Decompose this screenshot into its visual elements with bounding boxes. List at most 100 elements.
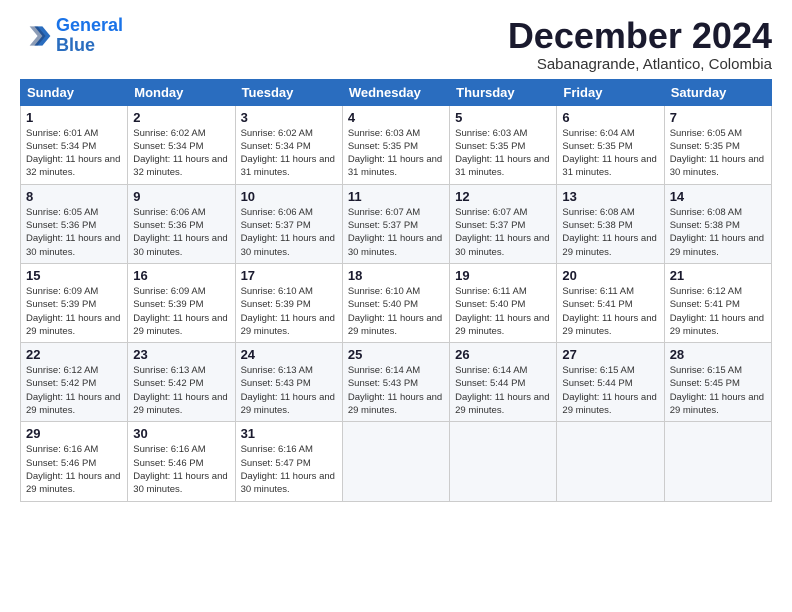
day-info: Sunrise: 6:07 AM Sunset: 5:37 PM Dayligh… <box>455 206 551 259</box>
day-number: 11 <box>348 189 444 204</box>
day-number: 1 <box>26 110 122 125</box>
col-friday: Friday <box>557 79 664 105</box>
table-row: 31 Sunrise: 6:16 AM Sunset: 5:47 PM Dayl… <box>235 422 342 501</box>
table-row: 8 Sunrise: 6:05 AM Sunset: 5:36 PM Dayli… <box>21 184 128 263</box>
day-info: Sunrise: 6:14 AM Sunset: 5:44 PM Dayligh… <box>455 364 551 417</box>
day-number: 7 <box>670 110 766 125</box>
table-row: 19 Sunrise: 6:11 AM Sunset: 5:40 PM Dayl… <box>450 263 557 342</box>
table-row: 12 Sunrise: 6:07 AM Sunset: 5:37 PM Dayl… <box>450 184 557 263</box>
col-saturday: Saturday <box>664 79 771 105</box>
day-number: 8 <box>26 189 122 204</box>
calendar-week-row: 1 Sunrise: 6:01 AM Sunset: 5:34 PM Dayli… <box>21 105 772 184</box>
day-info: Sunrise: 6:12 AM Sunset: 5:41 PM Dayligh… <box>670 285 766 338</box>
table-row: 6 Sunrise: 6:04 AM Sunset: 5:35 PM Dayli… <box>557 105 664 184</box>
table-row: 11 Sunrise: 6:07 AM Sunset: 5:37 PM Dayl… <box>342 184 449 263</box>
col-tuesday: Tuesday <box>235 79 342 105</box>
day-number: 27 <box>562 347 658 362</box>
col-wednesday: Wednesday <box>342 79 449 105</box>
col-sunday: Sunday <box>21 79 128 105</box>
page: General Blue December 2024 Sabanagrande,… <box>0 0 792 512</box>
day-info: Sunrise: 6:09 AM Sunset: 5:39 PM Dayligh… <box>133 285 229 338</box>
day-info: Sunrise: 6:13 AM Sunset: 5:42 PM Dayligh… <box>133 364 229 417</box>
table-row: 10 Sunrise: 6:06 AM Sunset: 5:37 PM Dayl… <box>235 184 342 263</box>
table-row: 14 Sunrise: 6:08 AM Sunset: 5:38 PM Dayl… <box>664 184 771 263</box>
day-number: 26 <box>455 347 551 362</box>
table-row: 26 Sunrise: 6:14 AM Sunset: 5:44 PM Dayl… <box>450 343 557 422</box>
col-thursday: Thursday <box>450 79 557 105</box>
day-number: 2 <box>133 110 229 125</box>
day-number: 3 <box>241 110 337 125</box>
subtitle: Sabanagrande, Atlantico, Colombia <box>508 56 772 73</box>
day-number: 9 <box>133 189 229 204</box>
day-info: Sunrise: 6:02 AM Sunset: 5:34 PM Dayligh… <box>133 127 229 180</box>
day-info: Sunrise: 6:09 AM Sunset: 5:39 PM Dayligh… <box>26 285 122 338</box>
table-row: 29 Sunrise: 6:16 AM Sunset: 5:46 PM Dayl… <box>21 422 128 501</box>
table-row: 3 Sunrise: 6:02 AM Sunset: 5:34 PM Dayli… <box>235 105 342 184</box>
day-info: Sunrise: 6:06 AM Sunset: 5:37 PM Dayligh… <box>241 206 337 259</box>
table-row: 9 Sunrise: 6:06 AM Sunset: 5:36 PM Dayli… <box>128 184 235 263</box>
table-row: 7 Sunrise: 6:05 AM Sunset: 5:35 PM Dayli… <box>664 105 771 184</box>
day-number: 17 <box>241 268 337 283</box>
day-info: Sunrise: 6:14 AM Sunset: 5:43 PM Dayligh… <box>348 364 444 417</box>
table-row: 5 Sunrise: 6:03 AM Sunset: 5:35 PM Dayli… <box>450 105 557 184</box>
day-info: Sunrise: 6:05 AM Sunset: 5:36 PM Dayligh… <box>26 206 122 259</box>
day-number: 5 <box>455 110 551 125</box>
calendar-week-row: 8 Sunrise: 6:05 AM Sunset: 5:36 PM Dayli… <box>21 184 772 263</box>
table-row: 15 Sunrise: 6:09 AM Sunset: 5:39 PM Dayl… <box>21 263 128 342</box>
table-row: 25 Sunrise: 6:14 AM Sunset: 5:43 PM Dayl… <box>342 343 449 422</box>
table-row: 24 Sunrise: 6:13 AM Sunset: 5:43 PM Dayl… <box>235 343 342 422</box>
table-row <box>557 422 664 501</box>
calendar-week-row: 22 Sunrise: 6:12 AM Sunset: 5:42 PM Dayl… <box>21 343 772 422</box>
day-info: Sunrise: 6:12 AM Sunset: 5:42 PM Dayligh… <box>26 364 122 417</box>
day-info: Sunrise: 6:02 AM Sunset: 5:34 PM Dayligh… <box>241 127 337 180</box>
table-row: 2 Sunrise: 6:02 AM Sunset: 5:34 PM Dayli… <box>128 105 235 184</box>
day-info: Sunrise: 6:16 AM Sunset: 5:46 PM Dayligh… <box>26 443 122 496</box>
table-row: 28 Sunrise: 6:15 AM Sunset: 5:45 PM Dayl… <box>664 343 771 422</box>
day-info: Sunrise: 6:08 AM Sunset: 5:38 PM Dayligh… <box>562 206 658 259</box>
day-number: 24 <box>241 347 337 362</box>
table-row: 27 Sunrise: 6:15 AM Sunset: 5:44 PM Dayl… <box>557 343 664 422</box>
table-row: 30 Sunrise: 6:16 AM Sunset: 5:46 PM Dayl… <box>128 422 235 501</box>
day-info: Sunrise: 6:15 AM Sunset: 5:44 PM Dayligh… <box>562 364 658 417</box>
day-info: Sunrise: 6:13 AM Sunset: 5:43 PM Dayligh… <box>241 364 337 417</box>
day-number: 23 <box>133 347 229 362</box>
calendar-week-row: 15 Sunrise: 6:09 AM Sunset: 5:39 PM Dayl… <box>21 263 772 342</box>
day-number: 20 <box>562 268 658 283</box>
day-number: 21 <box>670 268 766 283</box>
main-title: December 2024 <box>508 16 772 56</box>
table-row <box>664 422 771 501</box>
calendar-week-row: 29 Sunrise: 6:16 AM Sunset: 5:46 PM Dayl… <box>21 422 772 501</box>
day-number: 31 <box>241 426 337 441</box>
table-row: 16 Sunrise: 6:09 AM Sunset: 5:39 PM Dayl… <box>128 263 235 342</box>
calendar-header-row: Sunday Monday Tuesday Wednesday Thursday… <box>21 79 772 105</box>
table-row: 23 Sunrise: 6:13 AM Sunset: 5:42 PM Dayl… <box>128 343 235 422</box>
logo-text: General Blue <box>56 16 123 56</box>
table-row: 4 Sunrise: 6:03 AM Sunset: 5:35 PM Dayli… <box>342 105 449 184</box>
table-row <box>450 422 557 501</box>
table-row: 1 Sunrise: 6:01 AM Sunset: 5:34 PM Dayli… <box>21 105 128 184</box>
day-info: Sunrise: 6:16 AM Sunset: 5:46 PM Dayligh… <box>133 443 229 496</box>
logo-line2: Blue <box>56 35 95 55</box>
day-info: Sunrise: 6:03 AM Sunset: 5:35 PM Dayligh… <box>348 127 444 180</box>
day-info: Sunrise: 6:10 AM Sunset: 5:40 PM Dayligh… <box>348 285 444 338</box>
day-number: 6 <box>562 110 658 125</box>
logo: General Blue <box>20 16 123 56</box>
header: General Blue December 2024 Sabanagrande,… <box>20 16 772 73</box>
day-number: 4 <box>348 110 444 125</box>
day-number: 22 <box>26 347 122 362</box>
day-info: Sunrise: 6:05 AM Sunset: 5:35 PM Dayligh… <box>670 127 766 180</box>
day-info: Sunrise: 6:04 AM Sunset: 5:35 PM Dayligh… <box>562 127 658 180</box>
day-info: Sunrise: 6:06 AM Sunset: 5:36 PM Dayligh… <box>133 206 229 259</box>
day-number: 18 <box>348 268 444 283</box>
day-number: 15 <box>26 268 122 283</box>
day-info: Sunrise: 6:08 AM Sunset: 5:38 PM Dayligh… <box>670 206 766 259</box>
logo-icon <box>20 20 52 52</box>
day-info: Sunrise: 6:11 AM Sunset: 5:40 PM Dayligh… <box>455 285 551 338</box>
calendar-table: Sunday Monday Tuesday Wednesday Thursday… <box>20 79 772 502</box>
day-info: Sunrise: 6:07 AM Sunset: 5:37 PM Dayligh… <box>348 206 444 259</box>
table-row: 21 Sunrise: 6:12 AM Sunset: 5:41 PM Dayl… <box>664 263 771 342</box>
logo-line1: General <box>56 15 123 35</box>
day-info: Sunrise: 6:10 AM Sunset: 5:39 PM Dayligh… <box>241 285 337 338</box>
day-number: 19 <box>455 268 551 283</box>
day-info: Sunrise: 6:03 AM Sunset: 5:35 PM Dayligh… <box>455 127 551 180</box>
